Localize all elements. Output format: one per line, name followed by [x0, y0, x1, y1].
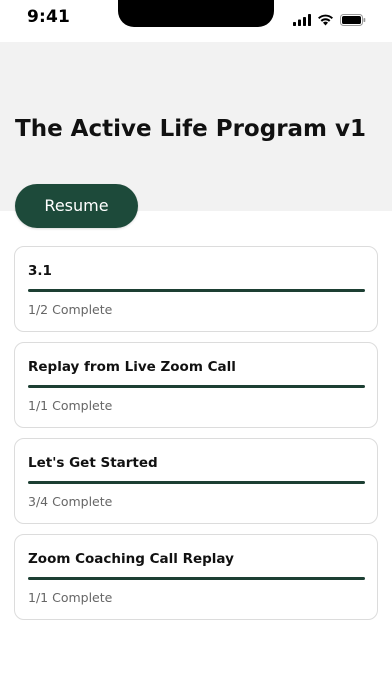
status-icons — [293, 11, 366, 30]
module-progress-bar — [28, 385, 365, 388]
page-title: The Active Life Program v1 — [15, 116, 367, 142]
module-progress-fill — [28, 385, 365, 388]
module-status: 1/1 Complete — [28, 398, 113, 413]
module-list: 3.1 1/2 Complete Replay from Live Zoom C… — [14, 246, 378, 630]
module-title: Zoom Coaching Call Replay — [28, 551, 234, 567]
wifi-icon — [317, 11, 334, 30]
status-bar: 9:41 — [0, 0, 392, 42]
module-card[interactable]: Replay from Live Zoom Call 1/1 Complete — [14, 342, 378, 428]
module-card[interactable]: 3.1 1/2 Complete — [14, 246, 378, 332]
module-card[interactable]: Let's Get Started 3/4 Complete — [14, 438, 378, 524]
module-progress-fill — [28, 481, 365, 484]
module-status: 1/2 Complete — [28, 302, 113, 317]
module-progress-fill — [28, 289, 365, 292]
device-notch — [118, 0, 274, 27]
battery-icon — [340, 11, 366, 30]
module-title: Let's Get Started — [28, 455, 158, 471]
module-title: 3.1 — [28, 263, 52, 279]
module-progress-bar — [28, 577, 365, 580]
resume-button[interactable]: Resume — [15, 184, 138, 228]
module-progress-bar — [28, 289, 365, 292]
program-screen: 9:41 The Active Life Program v1 Resume 3… — [0, 0, 392, 696]
module-progress-bar — [28, 481, 365, 484]
module-status: 1/1 Complete — [28, 590, 113, 605]
module-title: Replay from Live Zoom Call — [28, 359, 236, 375]
module-progress-fill — [28, 577, 365, 580]
module-card[interactable]: Zoom Coaching Call Replay 1/1 Complete — [14, 534, 378, 620]
module-status: 3/4 Complete — [28, 494, 113, 509]
cellular-signal-icon — [293, 11, 311, 30]
status-time: 9:41 — [27, 7, 71, 27]
